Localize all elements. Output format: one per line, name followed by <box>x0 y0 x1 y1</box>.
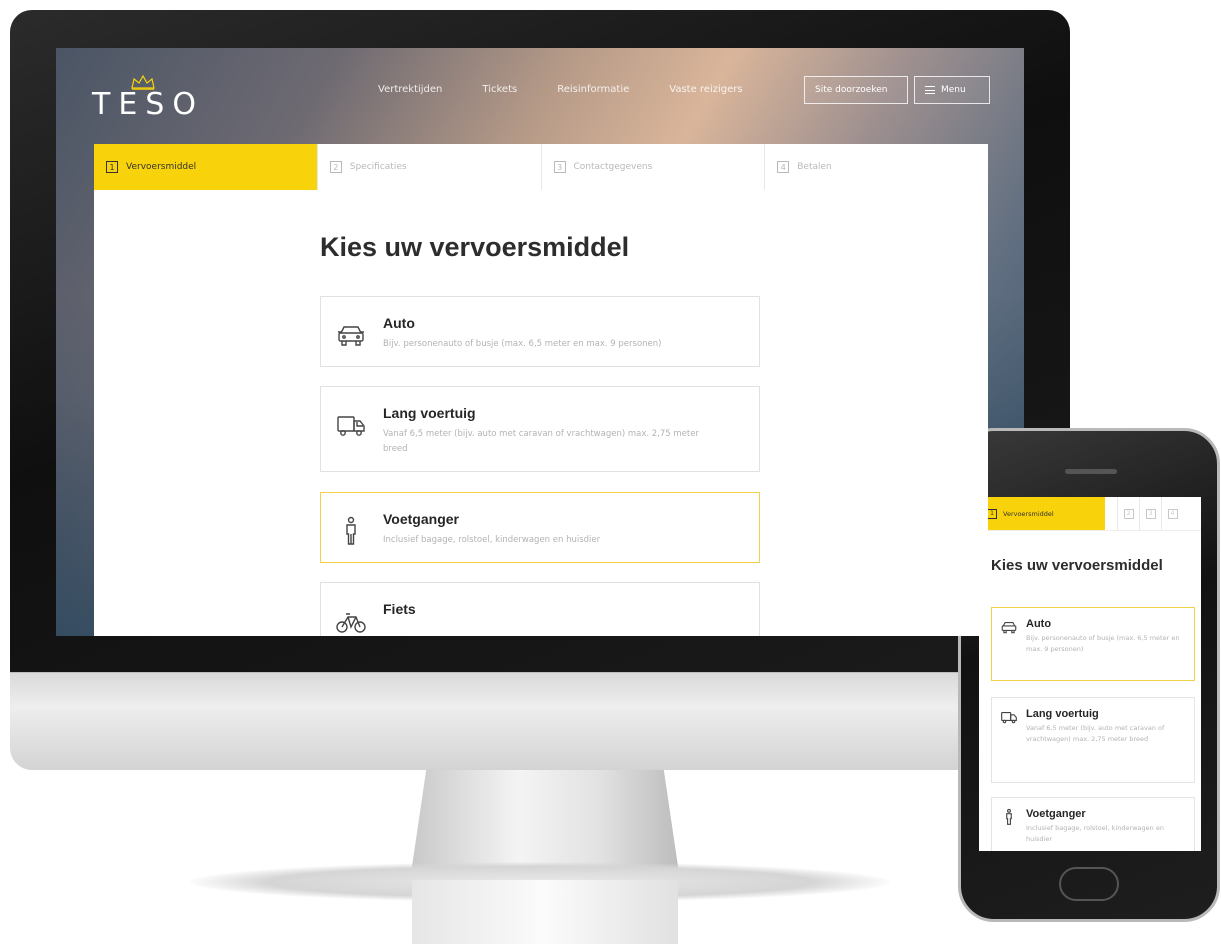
step-number: 1 <box>987 508 997 519</box>
phone-speaker <box>1065 469 1117 474</box>
truck-icon <box>335 409 367 441</box>
option-name: Voetganger <box>383 511 459 527</box>
top-navigation: TESO Vertrektijden Tickets Reisinformati… <box>56 48 1024 144</box>
step-contactgegevens[interactable]: 3 Contactgegevens <box>542 144 766 190</box>
step-number: 4 <box>777 161 790 173</box>
step-label: Specificaties <box>349 162 407 172</box>
mobile-page-title: Kies uw vervoersmiddel <box>991 557 1163 574</box>
pedestrian-icon <box>335 515 367 547</box>
truck-icon <box>1000 708 1018 726</box>
nav-link-vaste-reizigers[interactable]: Vaste reizigers <box>669 84 742 95</box>
content-panel: Kies uw vervoersmiddel Auto Bijv. person… <box>94 190 988 636</box>
step-label: Vervoersmiddel <box>1003 509 1054 518</box>
mobile-step-bar: 1 Vervoersmiddel 2 3 4 <box>979 497 1201 531</box>
car-icon <box>335 319 367 351</box>
mobile-screen: 1 Vervoersmiddel 2 3 4 Kies uw vervoersm… <box>979 497 1201 851</box>
desktop-screen: TESO Vertrektijden Tickets Reisinformati… <box>56 48 1024 636</box>
option-name: Auto <box>1026 618 1052 630</box>
step-number: 4 <box>1167 508 1178 519</box>
option-name: Lang voertuig <box>1026 708 1099 720</box>
option-fiets[interactable]: Fiets <box>320 582 760 636</box>
mobile-phone: 1 Vervoersmiddel 2 3 4 Kies uw vervoersm… <box>958 428 1220 922</box>
page-title: Kies uw vervoersmiddel <box>320 232 630 262</box>
mobile-step-vervoersmiddel[interactable]: 1 Vervoersmiddel <box>979 497 1105 530</box>
mobile-step-2[interactable]: 2 <box>1117 497 1139 530</box>
nav-links: Vertrektijden Tickets Reisinformatie Vas… <box>378 84 743 95</box>
menu-button[interactable]: Menu <box>914 76 990 104</box>
teso-logo[interactable]: TESO <box>92 74 212 120</box>
monitor-stand-stem <box>412 880 678 944</box>
mobile-step-3[interactable]: 3 <box>1139 497 1161 530</box>
option-name: Fiets <box>383 601 416 617</box>
step-label: Contactgegevens <box>573 162 653 172</box>
option-name: Lang voertuig <box>383 405 476 421</box>
menu-label: Menu <box>941 85 966 95</box>
bicycle-icon <box>335 605 367 636</box>
mobile-option-auto[interactable]: Auto Bijv. personenauto of busje (max. 6… <box>991 607 1195 681</box>
logo-text: TESO <box>92 87 204 122</box>
step-number: 1 <box>106 161 118 173</box>
option-name: Voetganger <box>1026 808 1086 820</box>
option-description: Vanaf 6,5 meter (bijv. auto met caravan … <box>383 429 699 454</box>
site-search-label: Site doorzoeken <box>815 85 888 95</box>
step-number: 3 <box>1145 508 1156 519</box>
step-label: Vervoersmiddel <box>126 162 197 172</box>
step-progress-bar: 1 Vervoersmiddel 2 Specificaties 3 Conta… <box>94 144 988 190</box>
option-description: Bijv. personenauto of busje (max. 6,5 me… <box>1026 634 1180 653</box>
step-number: 2 <box>329 161 342 173</box>
site-search-button[interactable]: Site doorzoeken <box>804 76 908 104</box>
option-auto[interactable]: Auto Bijv. personenauto of busje (max. 6… <box>320 296 760 367</box>
step-label: Betalen <box>797 162 832 172</box>
car-icon <box>1000 618 1018 636</box>
step-specificaties[interactable]: 2 Specificaties <box>318 144 542 190</box>
option-name: Auto <box>383 315 415 331</box>
mobile-option-lang-voertuig[interactable]: Lang voertuig Vanaf 6,5 meter (bijv. aut… <box>991 697 1195 783</box>
phone-home-button[interactable] <box>1059 867 1119 901</box>
option-description: Inclusief bagage, rolstoel, kinderwagen … <box>1026 824 1164 843</box>
nav-link-tickets[interactable]: Tickets <box>482 84 517 95</box>
step-vervoersmiddel[interactable]: 1 Vervoersmiddel <box>94 144 318 190</box>
option-voetganger[interactable]: Voetganger Inclusief bagage, rolstoel, k… <box>320 492 760 563</box>
option-description: Inclusief bagage, rolstoel, kinderwagen … <box>383 535 601 545</box>
monitor-chin <box>10 672 1070 770</box>
nav-link-vertrektijden[interactable]: Vertrektijden <box>378 84 442 95</box>
option-lang-voertuig[interactable]: Lang voertuig Vanaf 6,5 meter (bijv. aut… <box>320 386 760 472</box>
step-number: 3 <box>553 161 566 173</box>
mobile-step-4[interactable]: 4 <box>1161 497 1183 530</box>
option-description: Bijv. personenauto of busje (max. 6,5 me… <box>383 339 662 349</box>
step-betalen[interactable]: 4 Betalen <box>765 144 988 190</box>
hamburger-icon <box>925 86 935 94</box>
pedestrian-icon <box>1000 808 1018 826</box>
mobile-option-voetganger[interactable]: Voetganger Inclusief bagage, rolstoel, k… <box>991 797 1195 851</box>
nav-link-reisinformatie[interactable]: Reisinformatie <box>557 84 629 95</box>
option-description: Vanaf 6,5 meter (bijv. auto met caravan … <box>1026 724 1165 743</box>
step-number: 2 <box>1123 508 1134 519</box>
desktop-monitor: TESO Vertrektijden Tickets Reisinformati… <box>10 10 1070 770</box>
